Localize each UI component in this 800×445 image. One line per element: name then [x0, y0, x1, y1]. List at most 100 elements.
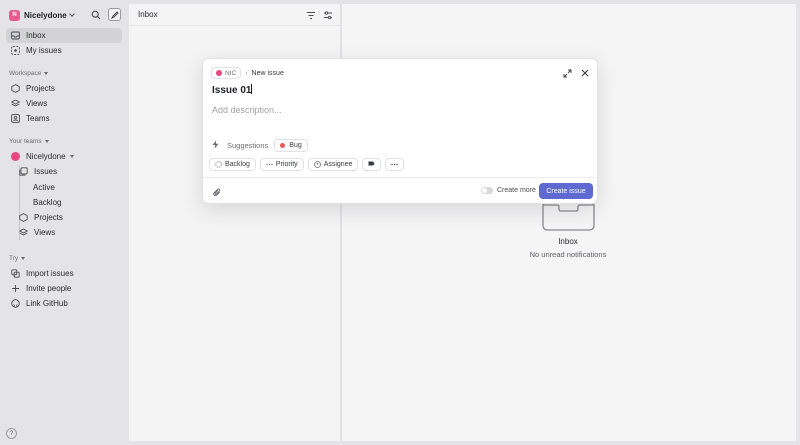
workspace-switcher[interactable]: N Nicelydone	[9, 8, 75, 22]
issue-title-value: Issue 01	[212, 85, 252, 96]
sidebar-item-team-views[interactable]: Views	[14, 225, 122, 240]
priority-icon	[266, 163, 273, 166]
target-icon	[11, 46, 20, 55]
github-icon	[11, 299, 20, 308]
attachment-icon[interactable]	[212, 187, 222, 197]
inbox-title: Inbox	[138, 10, 158, 19]
bug-label: Bug	[289, 142, 302, 149]
team-avatar	[11, 152, 20, 161]
caret-down-icon	[44, 72, 49, 75]
label-tag-icon	[368, 161, 375, 168]
sidebar-item-label: Link GitHub	[26, 299, 68, 308]
layers-icon	[11, 99, 20, 108]
create-more-label: Create more	[497, 187, 536, 194]
projects-icon	[19, 213, 28, 222]
team-dot	[216, 70, 222, 76]
help-button[interactable]: ?	[6, 428, 17, 439]
sidebar-item-label: Teams	[26, 114, 50, 123]
sidebar-item-invite-people[interactable]: Invite people	[6, 281, 122, 296]
caret-down-icon	[21, 257, 26, 260]
lightning-icon	[212, 140, 219, 151]
section-label: Try	[9, 255, 19, 262]
sidebar-item-label: Invite people	[26, 284, 72, 293]
bug-dot	[280, 143, 286, 148]
assignee-label: Assignee	[323, 161, 353, 168]
chevron-down-icon	[68, 10, 75, 17]
sidebar-item-label: Projects	[34, 213, 63, 222]
sidebar-item-label: My issues	[26, 46, 62, 55]
sidebar-item-inbox[interactable]: Inbox	[6, 28, 122, 43]
suggestions-row: Suggestions Bug	[212, 139, 308, 152]
breadcrumb-current: New issue	[251, 69, 284, 77]
user-icon	[313, 161, 321, 168]
team-nicelydone[interactable]: Nicelydone	[6, 149, 122, 164]
priority-label: Priority	[275, 161, 298, 168]
sidebar-item-label: Projects	[26, 84, 55, 93]
assignee-chip[interactable]: Assignee	[307, 158, 359, 171]
sidebar-item-backlog[interactable]: Backlog	[33, 198, 61, 207]
section-label: Workspace	[9, 70, 42, 77]
text-cursor	[251, 84, 253, 94]
team-selector[interactable]: NIC	[211, 67, 242, 79]
sidebar-item-views[interactable]: Views	[6, 96, 122, 111]
projects-icon	[11, 84, 20, 93]
chevron-right-icon: ›	[245, 69, 248, 77]
plus-icon	[11, 284, 20, 293]
more-icon	[391, 161, 399, 168]
caret-down-icon	[44, 140, 49, 143]
search-icon[interactable]	[89, 8, 102, 21]
create-issue-button[interactable]: Create issue	[539, 183, 593, 199]
team-name: Nicelydone	[26, 152, 66, 161]
layers-icon	[19, 228, 28, 237]
workspace-name: Nicelydone	[24, 10, 67, 20]
sidebar-item-link-github[interactable]: Link GitHub	[6, 296, 122, 311]
caret-down-icon	[69, 155, 74, 158]
new-issue-modal: NIC › New issue Issue 01 Add description…	[202, 58, 599, 204]
display-options-icon[interactable]	[323, 10, 333, 20]
team-chip-label: NIC	[225, 69, 237, 77]
more-options-chip[interactable]	[385, 158, 405, 171]
close-icon[interactable]	[580, 68, 590, 78]
try-section-header[interactable]: Try	[9, 255, 26, 262]
sidebar: N Nicelydone Inbox My issues Workspace P…	[0, 0, 129, 445]
sidebar-item-label: Views	[26, 99, 48, 108]
new-issue-icon[interactable]	[108, 8, 121, 21]
label-chip[interactable]	[362, 158, 382, 171]
workspace-logo: N	[9, 9, 20, 21]
issue-title-input[interactable]: Issue 01	[212, 84, 253, 96]
sidebar-item-active[interactable]: Active	[33, 183, 55, 192]
properties-row: Backlog Priority Assignee	[209, 158, 405, 171]
priority-chip[interactable]: Priority	[259, 158, 304, 171]
sidebar-item-label: Issues	[34, 167, 58, 176]
teams-icon	[11, 114, 20, 123]
sidebar-item-my-issues[interactable]: My issues	[6, 43, 122, 58]
inbox-icon	[11, 31, 20, 40]
filter-icon[interactable]	[306, 10, 316, 20]
status-circle-icon	[215, 161, 222, 168]
sidebar-item-projects[interactable]: Projects	[6, 81, 122, 96]
workspace-section-header[interactable]: Workspace	[9, 70, 49, 77]
section-label: Your teams	[9, 138, 42, 145]
teams-section-header[interactable]: Your teams	[9, 138, 49, 145]
sidebar-item-label: Inbox	[26, 31, 46, 40]
empty-state-subtitle: No unread notifications	[529, 250, 607, 259]
breadcrumb: NIC › New issue	[211, 67, 284, 79]
sidebar-item-team-projects[interactable]: Projects	[14, 210, 122, 225]
status-chip[interactable]: Backlog	[209, 158, 256, 171]
expand-icon[interactable]	[562, 68, 572, 78]
modal-divider	[203, 177, 599, 178]
description-input[interactable]: Add description...	[212, 105, 282, 115]
status-label: Backlog	[225, 161, 250, 168]
issues-icon	[19, 167, 28, 176]
suggestions-label: Suggestions	[227, 141, 269, 150]
bug-suggestion-chip[interactable]: Bug	[274, 139, 308, 152]
import-icon	[11, 269, 20, 278]
sidebar-item-teams[interactable]: Teams	[6, 111, 122, 126]
toggle-switch	[481, 187, 493, 194]
sidebar-item-issues[interactable]: Issues	[14, 164, 122, 179]
sidebar-item-label: Import issues	[26, 269, 74, 278]
sidebar-item-label: Views	[34, 228, 56, 237]
empty-state-title: Inbox	[558, 237, 578, 246]
create-more-toggle[interactable]: Create more	[481, 187, 536, 194]
sidebar-item-import-issues[interactable]: Import issues	[6, 266, 122, 281]
